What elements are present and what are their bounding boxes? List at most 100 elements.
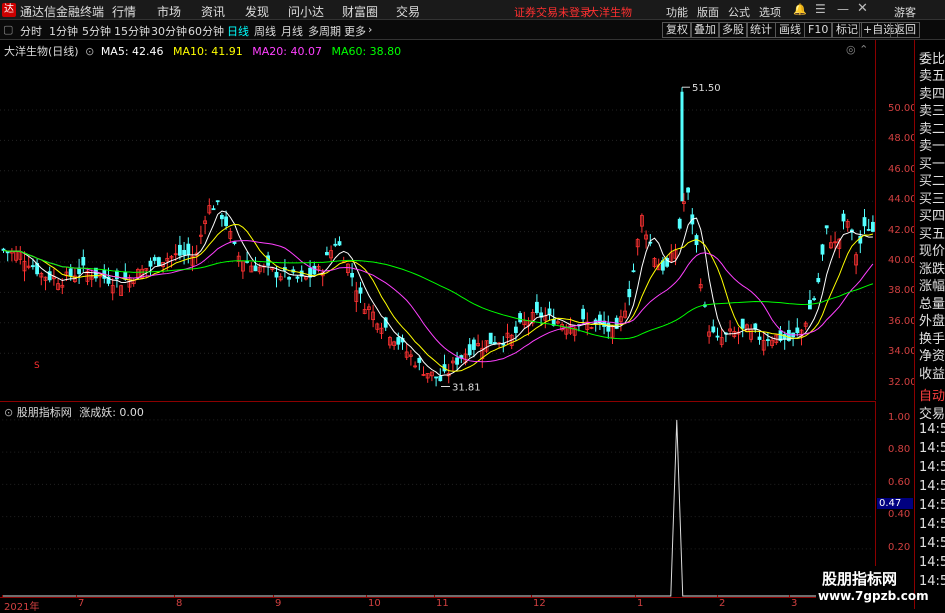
menu-caifuquan[interactable]: 财富圈 [342, 3, 378, 20]
chart-options-icon[interactable]: ◎ ⌃ [846, 43, 868, 56]
app-logo-icon: 达 [2, 3, 16, 17]
candle-body [514, 326, 518, 333]
menu-zixun[interactable]: 资讯 [201, 3, 225, 20]
tab-15min[interactable]: 15分钟 [114, 23, 150, 39]
tab-60min[interactable]: 60分钟 [188, 23, 224, 39]
side-panel-label: 自动 [919, 389, 945, 404]
indicator-chart[interactable] [0, 401, 875, 597]
tab-30min[interactable]: 30分钟 [151, 23, 187, 39]
candle-body [871, 221, 875, 232]
candle-body [824, 225, 829, 229]
candle-body [766, 339, 770, 341]
date-tick: 2021年 [4, 602, 40, 613]
indicator-name: 股朋指标网 [16, 406, 72, 419]
candle-body [795, 327, 800, 334]
candle-body [324, 252, 329, 256]
candle-body [631, 270, 636, 273]
tab-fenshi[interactable]: 分时 [20, 23, 42, 39]
btn-fuquan[interactable]: 复权 [662, 22, 692, 38]
indicator-settings-icon[interactable]: ⊙ [4, 406, 13, 419]
btn-back[interactable]: 返回 [890, 22, 920, 38]
price-tick: 46.00 [888, 163, 917, 175]
kline-chart[interactable]: 51.50 31.81 S [0, 40, 875, 400]
more-chevron-icon[interactable]: › [368, 23, 372, 36]
date-tick-mark [2, 595, 3, 598]
candle-body [295, 276, 300, 279]
price-tick: 40.00 [888, 255, 917, 266]
date-tick-mark [76, 595, 77, 598]
price-tick: 34.00 [888, 346, 917, 358]
indicator-tick: 0.20 [888, 541, 911, 553]
menu-gongneng[interactable]: 功能 [666, 4, 688, 20]
candle-body [715, 335, 720, 338]
date-tick-mark [635, 595, 636, 598]
date-tick: 10 [368, 598, 381, 609]
candle-body [686, 187, 690, 193]
settings-icon[interactable]: ☰ [815, 2, 826, 16]
side-panel-label: 14:56 [919, 479, 945, 494]
price-tick: 36.00 [888, 315, 917, 327]
indicator-tick: 1.00 [888, 412, 911, 423]
candle-body [215, 200, 220, 203]
side-panel-label: 14:56 [919, 574, 945, 589]
candle-body [467, 344, 472, 356]
event-marker: S [34, 361, 40, 371]
btn-f10[interactable]: F10 [804, 22, 833, 38]
tab-more[interactable]: 更多 [344, 23, 366, 39]
date-tick: 1 [637, 598, 644, 609]
side-panel-label: 交易 [919, 407, 945, 422]
btn-tongji[interactable]: 统计 [746, 22, 776, 38]
candle-body [333, 243, 338, 246]
stock-name: 大洋生物 [588, 6, 632, 19]
bell-icon[interactable]: 🔔 [793, 3, 807, 16]
candle-body [287, 276, 292, 280]
tab-daily[interactable]: 日线 [227, 23, 249, 39]
candle-body [219, 215, 224, 220]
legend-settings-icon[interactable]: ⊙ [85, 45, 94, 58]
ma5-line [3, 210, 873, 377]
candle-body [30, 265, 35, 268]
menu-gongshi[interactable]: 公式 [728, 4, 750, 20]
date-tick-mark [174, 595, 175, 598]
price-axis: 50.00 48.00 46.00 44.00 42.00 40.00 38.00 36.00… [875, 40, 917, 400]
btn-duogu[interactable]: 多股 [718, 22, 748, 38]
chart-title: 大洋生物(日线) [4, 45, 79, 58]
btn-diejia[interactable]: 叠加 [690, 22, 720, 38]
btn-huaxian[interactable]: 画线 [775, 22, 805, 38]
candle-body [438, 376, 443, 382]
tab-multi-period[interactable]: 多周期 [308, 23, 341, 39]
minimize-icon[interactable]: — [837, 2, 849, 16]
side-panel-label: 外盘 [919, 314, 945, 329]
menu-wenxiaoda[interactable]: 问小达 [288, 3, 324, 20]
menu-xuanxiang[interactable]: 选项 [759, 4, 781, 20]
tab-5min[interactable]: 5分钟 [82, 23, 111, 39]
toolbar-toggle-icon[interactable]: ▢ [3, 23, 13, 36]
menu-jiaoyi[interactable]: 交易 [396, 3, 420, 20]
indicator-tick: 0.40 [888, 509, 911, 521]
candle-body [862, 217, 867, 227]
menu-banmian[interactable]: 版面 [697, 4, 719, 20]
candle-body [417, 357, 422, 363]
candle-body [535, 301, 539, 314]
btn-biaoji[interactable]: 标记 [832, 22, 862, 38]
menu-shichang[interactable]: 市场 [157, 3, 181, 20]
login-notice[interactable]: 证券交易未登录 [514, 4, 591, 20]
side-panel-label: 卖三 [919, 104, 945, 119]
candle-body [350, 272, 355, 278]
date-tick-mark [717, 595, 718, 598]
tab-monthly[interactable]: 月线 [281, 23, 303, 39]
candle-body [812, 298, 816, 301]
tab-1min[interactable]: 1分钟 [49, 23, 78, 39]
tab-weekly[interactable]: 周线 [254, 23, 276, 39]
menu-hangqing[interactable]: 行情 [112, 3, 136, 20]
close-icon[interactable]: ✕ [857, 1, 868, 16]
menu-faxian[interactable]: 发现 [245, 3, 269, 20]
date-tick: 12 [533, 598, 546, 609]
price-tick: 50.00 [888, 103, 917, 114]
candle-body [312, 265, 317, 275]
user-label[interactable]: 游客 [894, 4, 916, 20]
side-panel-label: 14:55 [919, 441, 945, 456]
ma60-value: MA60: 38.80 [331, 45, 402, 58]
candle-body [471, 339, 476, 350]
candle-body [581, 308, 585, 320]
